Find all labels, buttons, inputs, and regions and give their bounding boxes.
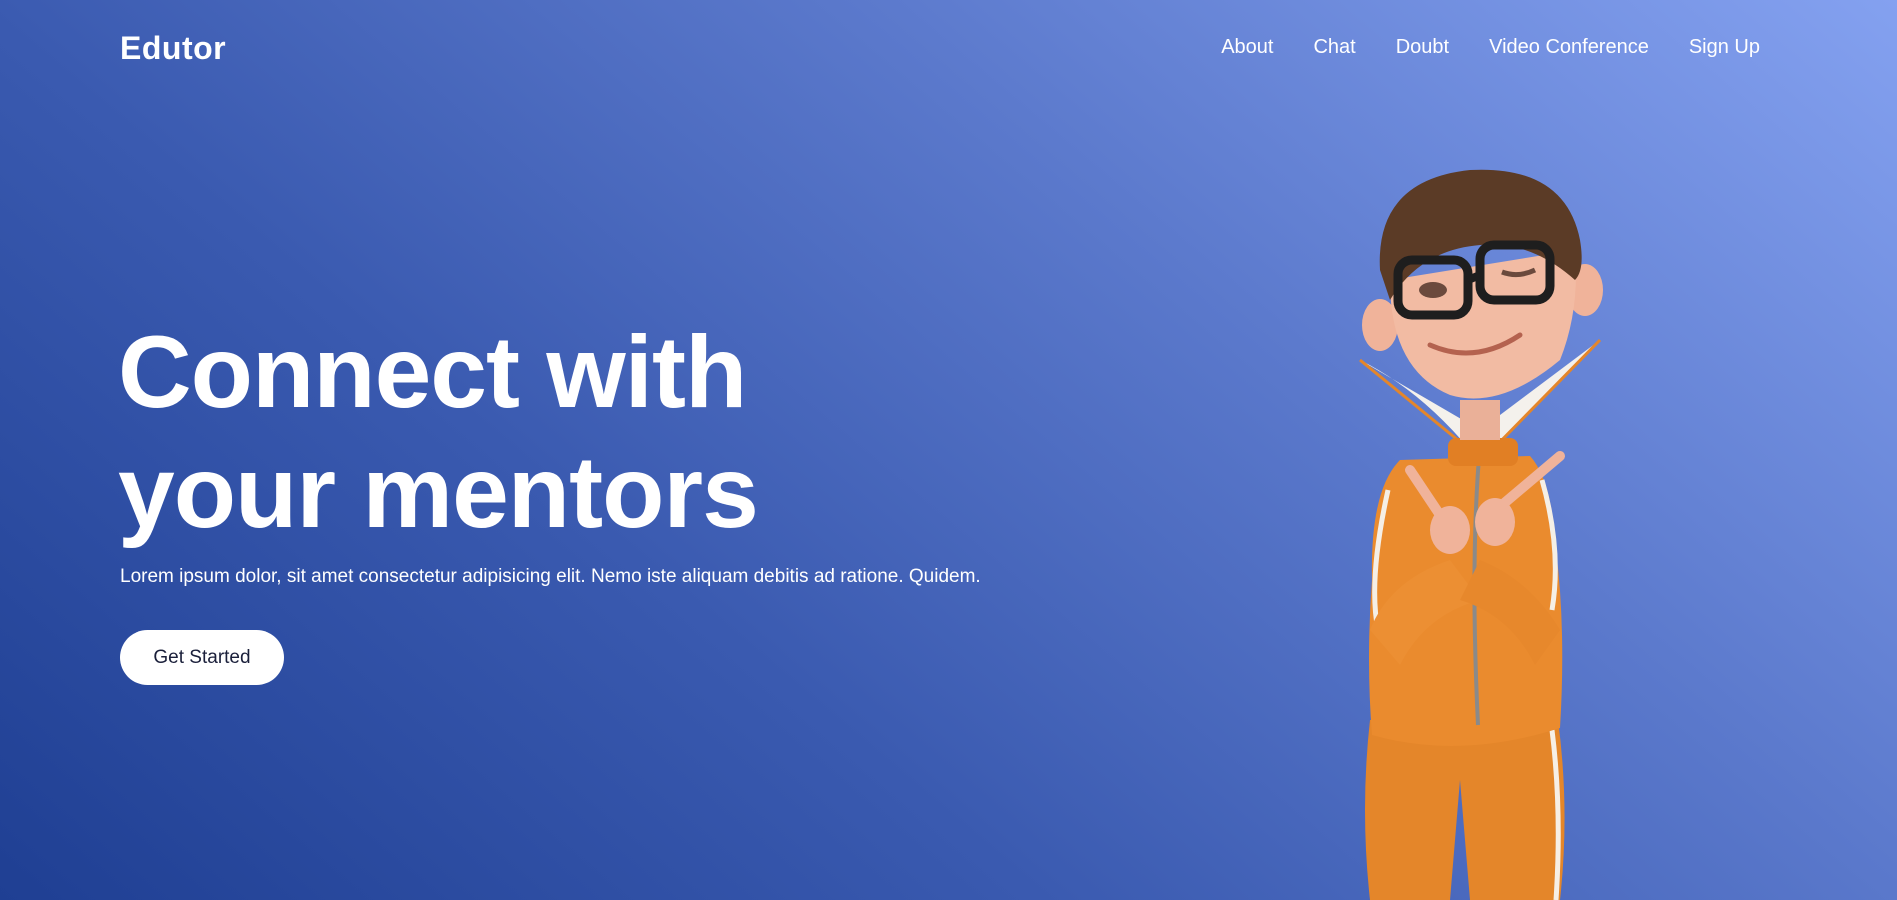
- brand-logo[interactable]: Edutor: [120, 30, 226, 67]
- hero-headline: Connect with your mentors: [118, 312, 759, 552]
- nav-link-doubt[interactable]: Doubt: [1396, 36, 1449, 59]
- nav-link-sign-up[interactable]: Sign Up: [1689, 36, 1760, 59]
- hero-headline-line-1: Connect with: [118, 315, 747, 429]
- nav-link-about[interactable]: About: [1221, 36, 1273, 59]
- hero-section: Edutor About Chat Doubt Video Conference…: [0, 0, 1897, 900]
- nav-link-chat[interactable]: Chat: [1313, 36, 1355, 59]
- hero-subtext: Lorem ipsum dolor, sit amet consectetur …: [120, 566, 981, 587]
- hero-headline-line-2: your mentors: [118, 435, 759, 549]
- nav-link-video-conference[interactable]: Video Conference: [1489, 36, 1649, 59]
- top-navigation: Edutor About Chat Doubt Video Conference…: [0, 0, 1897, 100]
- nav-links: About Chat Doubt Video Conference Sign U…: [1221, 36, 1760, 59]
- get-started-button[interactable]: Get Started: [120, 630, 284, 685]
- cartoon-boy-character-icon: [1359, 169, 1603, 900]
